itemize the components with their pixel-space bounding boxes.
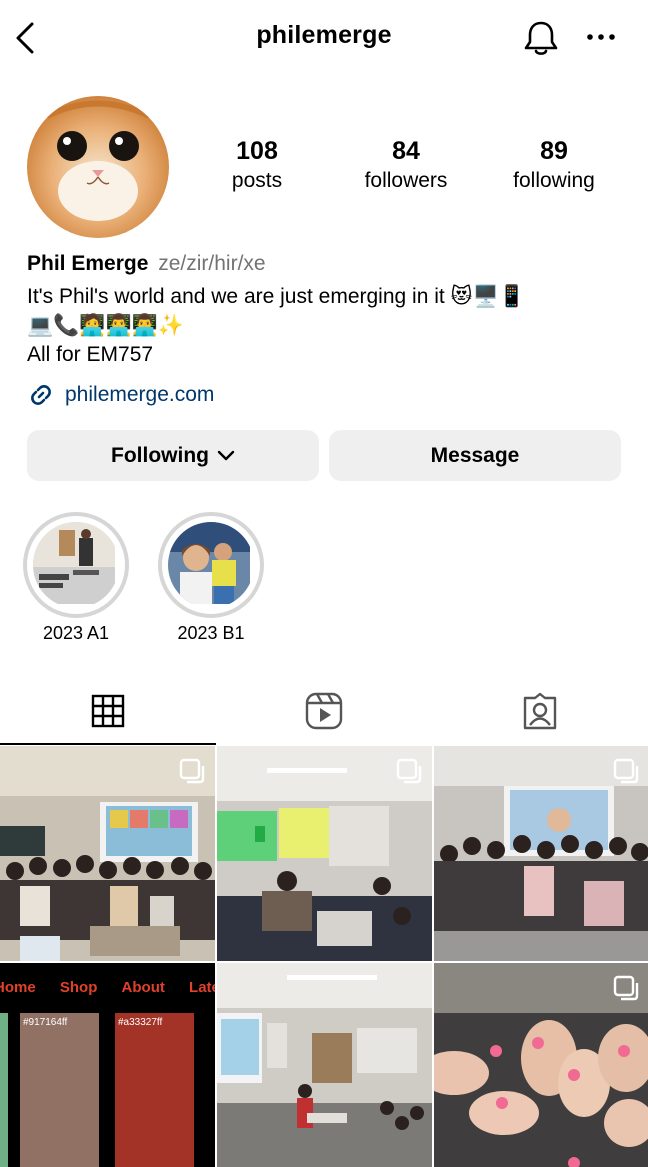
post-thumbnail[interactable] [217, 746, 432, 961]
posts-count-label: posts [231, 169, 283, 192]
profile-tabs [0, 678, 648, 746]
tab-reels[interactable] [216, 678, 432, 744]
post-thumbnail[interactable] [0, 746, 215, 961]
message-button-label: Message [430, 443, 520, 467]
web-nav: Home Shop About Lates [0, 979, 215, 996]
web-nav-about: About [121, 979, 165, 996]
pronouns: ze/zir/hir/xe [158, 252, 266, 275]
bio-emojis-1: 😻🖥️📱 [450, 284, 525, 308]
highlight-2023-b1[interactable]: 2023 B1 [158, 512, 264, 643]
message-button[interactable]: Message [329, 430, 621, 481]
post-thumbnail[interactable] [217, 963, 432, 1167]
post-image [217, 963, 432, 1167]
profile-link[interactable]: philemerge.com [27, 380, 214, 410]
followers-count[interactable]: 84 followers [331, 135, 481, 195]
following-count[interactable]: 89 following [479, 135, 629, 195]
multi-photo-icon [613, 758, 639, 784]
profile-bio: It's Phil's world and we are just emergi… [27, 282, 627, 369]
web-nav-latest: Lates [189, 979, 215, 996]
tab-posts-grid[interactable] [0, 678, 216, 744]
reels-icon [305, 692, 343, 730]
swatch-1: #917164ff [20, 1013, 99, 1167]
bio-emojis-2: 💻📞🧑‍💻👨‍💻👨‍💻✨ [27, 313, 184, 337]
post-thumbnail[interactable] [434, 746, 648, 961]
profile-avatar[interactable] [27, 96, 169, 238]
post-thumbnail[interactable]: Home Shop About Lates #917164ff #a33327f… [0, 963, 215, 1167]
swatch-green [0, 1013, 8, 1167]
profile-name-line: Phil Emerge ze/zir/hir/xe [27, 250, 266, 278]
following-count-label: following [513, 169, 595, 192]
active-tab-indicator [0, 743, 216, 745]
swatch-2: #a33327ff [115, 1013, 194, 1167]
display-name: Phil Emerge [27, 252, 149, 275]
bio-text: It's Phil's world and we are just emergi… [27, 285, 445, 308]
tab-tagged[interactable] [432, 678, 648, 744]
multi-photo-icon [613, 975, 639, 1001]
top-bar: philemerge [0, 0, 648, 74]
highlight-label: 2023 B1 [177, 623, 245, 643]
followers-count-value: 84 [392, 137, 420, 165]
highlight-ring [23, 512, 129, 618]
posts-count[interactable]: 108 posts [182, 135, 332, 195]
post-thumbnail[interactable] [434, 963, 648, 1167]
multi-photo-icon [179, 758, 205, 784]
posts-grid: Home Shop About Lates #917164ff #a33327f… [0, 746, 648, 1167]
link-text[interactable]: philemerge.com [65, 383, 214, 407]
web-nav-shop: Shop [59, 979, 98, 996]
followers-count-label: followers [364, 169, 448, 192]
highlight-cover [168, 522, 254, 608]
following-count-value: 89 [540, 137, 568, 165]
tagged-icon [523, 692, 557, 730]
multi-photo-icon [396, 758, 422, 784]
grid-icon [91, 694, 125, 728]
link-icon [31, 385, 51, 405]
following-button-label: Following [111, 443, 209, 467]
chevron-down-icon [217, 450, 235, 460]
more-dots-icon[interactable] [584, 26, 618, 48]
highlight-2023-a1[interactable]: 2023 A1 [23, 512, 129, 643]
following-button[interactable]: Following [27, 430, 319, 481]
highlight-label: 2023 A1 [42, 623, 110, 643]
highlight-ring [158, 512, 264, 618]
posts-count-value: 108 [236, 137, 278, 165]
bio-line-3: All for EM757 [27, 343, 154, 366]
highlight-cover [33, 522, 119, 608]
cat-avatar-image [27, 96, 169, 238]
swatch-2-label: #a33327ff [118, 1017, 163, 1028]
bio-line-1: It's Phil's world and we are just emergi… [27, 282, 627, 311]
web-nav-home: Home [0, 979, 36, 996]
swatch-1-label: #917164ff [23, 1017, 68, 1028]
bell-icon[interactable] [521, 18, 561, 58]
